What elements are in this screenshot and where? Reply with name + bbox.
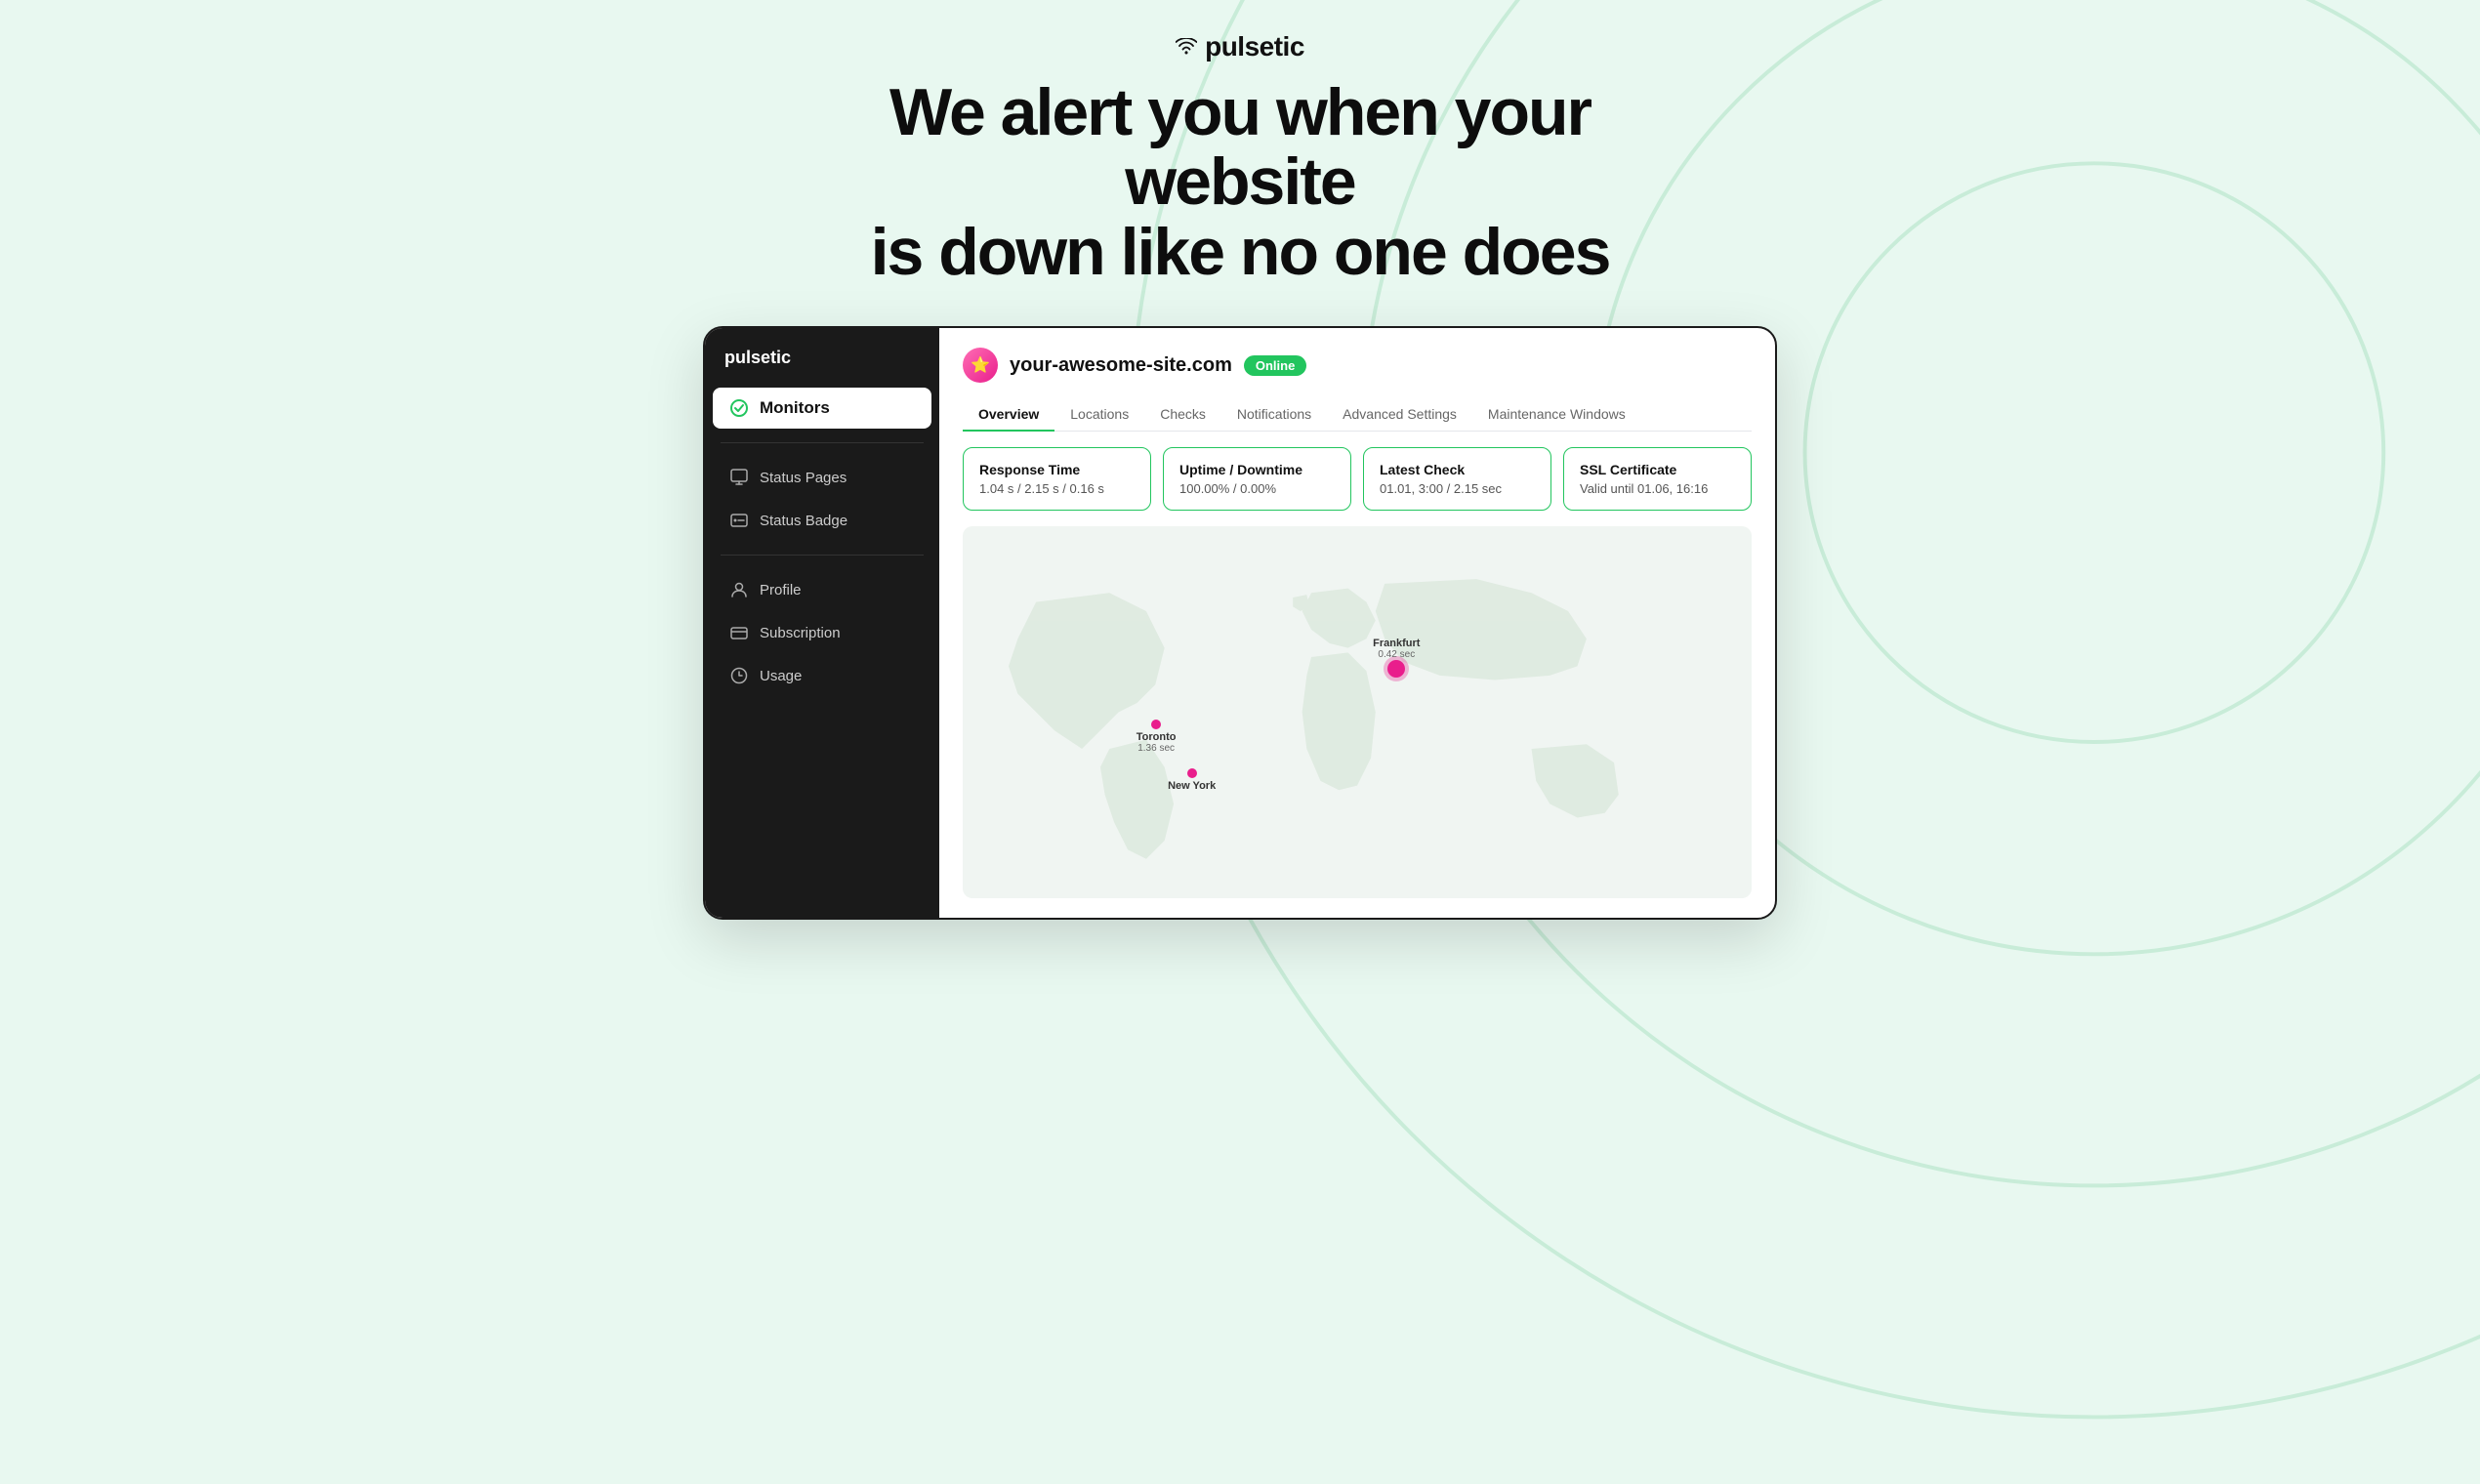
hero-section: pulsetic We alert you when your website … xyxy=(0,0,2480,287)
hero-headline: We alert you when your website is down l… xyxy=(801,78,1679,287)
sidebar-item-status-badge[interactable]: Status Badge xyxy=(713,500,931,541)
toronto-dot xyxy=(1151,720,1161,729)
sidebar-item-monitors[interactable]: Monitors xyxy=(713,388,931,429)
stat-card-response-time: Response Time 1.04 s / 2.15 s / 0.16 s xyxy=(963,447,1151,511)
sidebar-status-badge-label: Status Badge xyxy=(760,513,847,529)
sidebar-nav: Monitors Status Pages xyxy=(705,388,939,898)
frankfurt-dot xyxy=(1387,660,1405,678)
stat-card-ssl: SSL Certificate Valid until 01.06, 16:16 xyxy=(1563,447,1752,511)
logo-text: pulsetic xyxy=(1205,31,1304,62)
monitor-site-name: your-awesome-site.com xyxy=(1010,354,1232,377)
profile-icon xyxy=(728,579,750,600)
sidebar-usage-label: Usage xyxy=(760,668,802,684)
map-location-toronto: Toronto 1.36 sec xyxy=(1137,720,1177,754)
monitor-icon xyxy=(728,397,750,419)
stat-uptime-value: 100.00% / 0.00% xyxy=(1179,481,1335,496)
stat-latest-check-title: Latest Check xyxy=(1380,462,1535,477)
tab-maintenance-windows[interactable]: Maintenance Windows xyxy=(1472,398,1641,432)
map-location-frankfurt: Frankfurt 0.42 sec xyxy=(1373,638,1420,680)
sidebar-monitors-label: Monitors xyxy=(760,398,830,418)
tab-advanced-settings[interactable]: Advanced Settings xyxy=(1327,398,1472,432)
subscription-icon xyxy=(728,622,750,643)
tab-checks[interactable]: Checks xyxy=(1144,398,1221,432)
tab-notifications[interactable]: Notifications xyxy=(1221,398,1327,432)
tab-locations[interactable]: Locations xyxy=(1054,398,1144,432)
sidebar-subscription-label: Subscription xyxy=(760,625,841,641)
tabs-bar: Overview Locations Checks Notifications … xyxy=(963,398,1752,432)
stat-card-latest-check: Latest Check 01.01, 3:00 / 2.15 sec xyxy=(1363,447,1551,511)
sidebar: pulsetic Monitors xyxy=(705,328,939,918)
sidebar-status-pages-label: Status Pages xyxy=(760,470,847,486)
sidebar-profile-label: Profile xyxy=(760,582,802,598)
new-york-dot xyxy=(1187,768,1197,778)
sidebar-brand: pulsetic xyxy=(705,348,939,388)
pulsetic-logo-icon xyxy=(1176,38,1197,56)
stat-card-uptime: Uptime / Downtime 100.00% / 0.00% xyxy=(1163,447,1351,511)
stat-latest-check-value: 01.01, 3:00 / 2.15 sec xyxy=(1380,481,1535,496)
sidebar-item-status-pages[interactable]: Status Pages xyxy=(713,457,931,498)
status-badge-icon xyxy=(728,510,750,531)
stat-uptime-title: Uptime / Downtime xyxy=(1179,462,1335,477)
stat-response-time-title: Response Time xyxy=(979,462,1135,477)
sidebar-item-profile[interactable]: Profile xyxy=(713,569,931,610)
stat-response-time-value: 1.04 s / 2.15 s / 0.16 s xyxy=(979,481,1135,496)
main-content: ⭐ your-awesome-site.com Online Overview … xyxy=(939,328,1775,918)
stat-ssl-value: Valid until 01.06, 16:16 xyxy=(1580,481,1735,496)
usage-icon xyxy=(728,665,750,686)
map-location-new-york: New York xyxy=(1168,768,1216,792)
monitor-avatar: ⭐ xyxy=(963,348,998,383)
tab-overview[interactable]: Overview xyxy=(963,398,1054,432)
sidebar-divider-2 xyxy=(721,555,924,556)
online-badge: Online xyxy=(1244,355,1306,376)
app-window: pulsetic Monitors xyxy=(703,326,1777,920)
status-pages-icon xyxy=(728,467,750,488)
stats-grid: Response Time 1.04 s / 2.15 s / 0.16 s U… xyxy=(963,447,1752,511)
sidebar-item-usage[interactable]: Usage xyxy=(713,655,931,696)
map-area: Toronto 1.36 sec New York Frankfurt 0.42… xyxy=(963,526,1752,898)
world-map-svg xyxy=(963,526,1752,898)
monitor-header: ⭐ your-awesome-site.com Online xyxy=(963,348,1752,383)
sidebar-item-subscription[interactable]: Subscription xyxy=(713,612,931,653)
logo-area: pulsetic xyxy=(20,31,2460,62)
sidebar-divider-1 xyxy=(721,442,924,443)
stat-ssl-title: SSL Certificate xyxy=(1580,462,1735,477)
